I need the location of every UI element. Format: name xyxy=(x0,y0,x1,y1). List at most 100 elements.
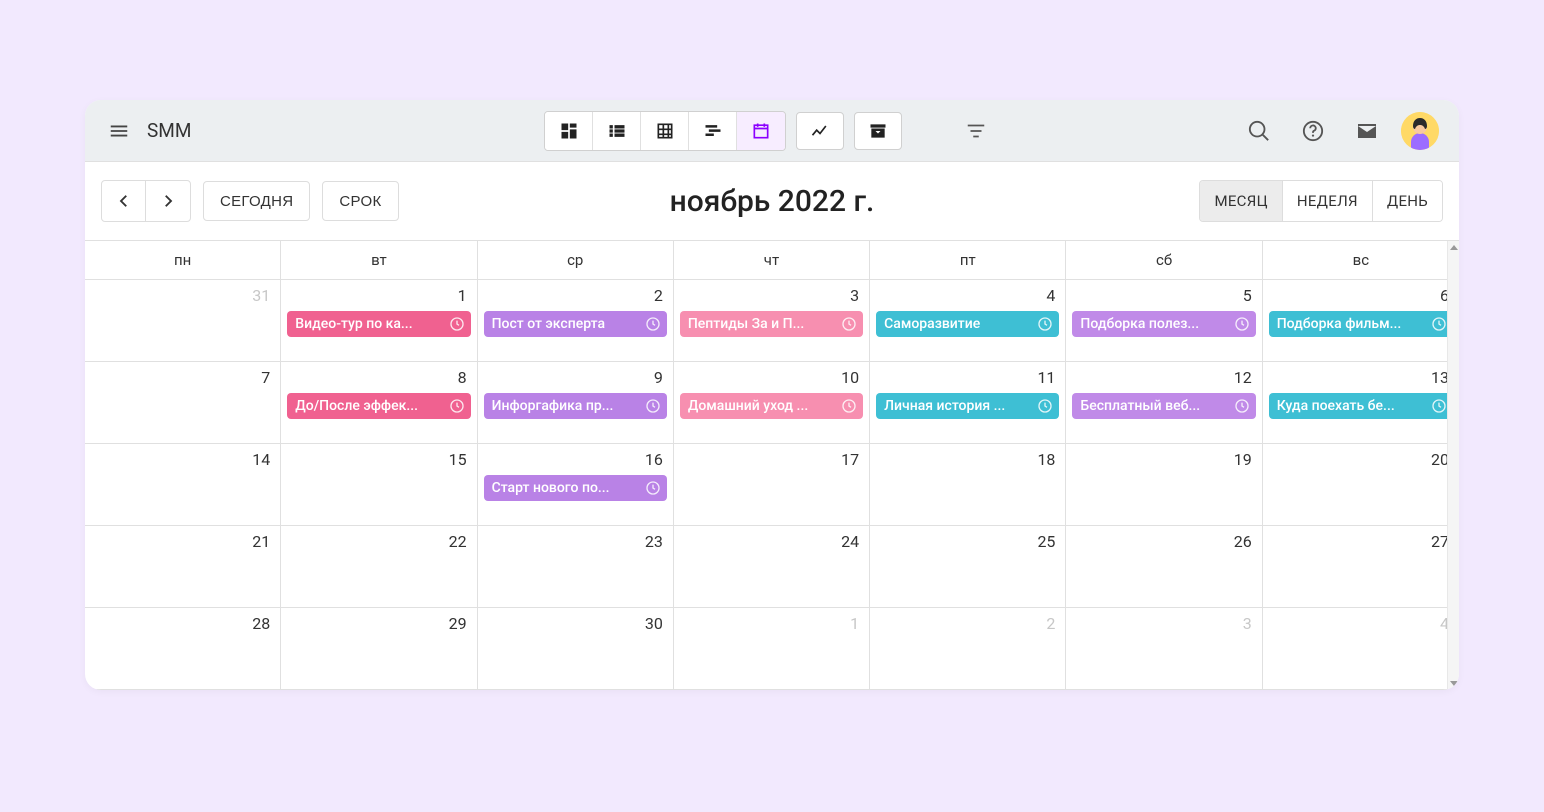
deadline-button[interactable]: СРОК xyxy=(322,181,398,221)
next-month-button[interactable] xyxy=(146,181,190,221)
day-number: 25 xyxy=(876,530,1059,555)
day-cell[interactable]: 14 xyxy=(85,444,281,525)
day-cell[interactable]: 8До/После эффек... xyxy=(281,362,477,443)
view-calendar-icon[interactable] xyxy=(737,112,785,150)
nav-arrows xyxy=(101,180,191,222)
calendar-event[interactable]: Подборка фильм... xyxy=(1269,311,1453,337)
calendar-event[interactable]: Видео-тур по ка... xyxy=(287,311,470,337)
day-cell[interactable]: 19 xyxy=(1066,444,1262,525)
range-month-button[interactable]: МЕСЯЦ xyxy=(1200,181,1282,221)
scrollbar[interactable] xyxy=(1447,241,1459,690)
day-number: 11 xyxy=(876,366,1059,391)
view-gantt-icon[interactable] xyxy=(689,112,737,150)
view-list-icon[interactable] xyxy=(593,112,641,150)
day-number: 7 xyxy=(91,366,274,391)
weekday-cell: вт xyxy=(281,241,477,279)
event-label: Личная история ... xyxy=(884,398,1033,414)
day-cell[interactable]: 22 xyxy=(281,526,477,607)
event-label: Саморазвитие xyxy=(884,316,1033,332)
day-cell[interactable]: 6Подборка фильм... xyxy=(1263,280,1459,361)
view-analytics-icon[interactable] xyxy=(796,112,844,150)
day-cell[interactable]: 7 xyxy=(85,362,281,443)
weekday-cell: чт xyxy=(674,241,870,279)
mail-icon[interactable] xyxy=(1347,111,1387,151)
week-row: 311Видео-тур по ка...2Пост от эксперта3П… xyxy=(85,280,1459,362)
day-cell[interactable]: 16 Старт нового по... xyxy=(478,444,674,525)
day-cell[interactable]: 20 xyxy=(1263,444,1459,525)
day-cell[interactable]: 26 xyxy=(1066,526,1262,607)
day-number: 10 xyxy=(680,366,863,391)
day-number: 24 xyxy=(680,530,863,555)
day-cell[interactable]: 3Пептиды За и П... xyxy=(674,280,870,361)
filter-icon[interactable] xyxy=(952,107,1000,155)
event-label: Старт нового по... xyxy=(492,480,641,496)
day-cell[interactable]: 15 xyxy=(281,444,477,525)
help-icon[interactable] xyxy=(1293,111,1333,151)
day-number: 16 xyxy=(484,448,667,473)
calendar-event[interactable]: Личная история ... xyxy=(876,393,1059,419)
day-cell[interactable]: 24 xyxy=(674,526,870,607)
calendar-event[interactable]: Подборка полез... xyxy=(1072,311,1255,337)
day-cell[interactable]: 1 xyxy=(674,608,870,689)
day-cell[interactable]: 11 Личная история ... xyxy=(870,362,1066,443)
range-day-button[interactable]: ДЕНЬ xyxy=(1373,181,1442,221)
day-cell[interactable]: 2 xyxy=(870,608,1066,689)
day-cell[interactable]: 25 xyxy=(870,526,1066,607)
day-cell[interactable]: 3 xyxy=(1066,608,1262,689)
week-row: 2829301234 xyxy=(85,608,1459,690)
view-archive-icon[interactable] xyxy=(854,112,902,150)
calendar-event[interactable]: Саморазвитие xyxy=(876,311,1059,337)
day-cell[interactable]: 21 xyxy=(85,526,281,607)
day-number: 12 xyxy=(1072,366,1255,391)
menu-icon[interactable] xyxy=(95,107,143,155)
calendar-event[interactable]: Старт нового по... xyxy=(484,475,667,501)
day-number: 14 xyxy=(91,448,274,473)
day-cell[interactable]: 27 xyxy=(1263,526,1459,607)
day-cell[interactable]: 1Видео-тур по ка... xyxy=(281,280,477,361)
event-label: Пост от эксперта xyxy=(492,316,641,332)
event-label: Подборка фильм... xyxy=(1277,316,1427,332)
month-title: ноябрь 2022 г. xyxy=(670,184,875,219)
calendar-event[interactable]: Инфоргафика пр... xyxy=(484,393,667,419)
calendar-event[interactable]: До/После эффек... xyxy=(287,393,470,419)
day-number: 22 xyxy=(287,530,470,555)
day-cell[interactable]: 2Пост от эксперта xyxy=(478,280,674,361)
day-cell[interactable]: 17 xyxy=(674,444,870,525)
day-cell[interactable]: 31 xyxy=(85,280,281,361)
weekday-cell: вс xyxy=(1263,241,1459,279)
view-table-icon[interactable] xyxy=(641,112,689,150)
event-label: Куда поехать бе... xyxy=(1277,398,1427,414)
range-week-button[interactable]: НЕДЕЛЯ xyxy=(1283,181,1373,221)
day-number: 27 xyxy=(1269,530,1453,555)
calendar-event[interactable]: Домашний уход ... xyxy=(680,393,863,419)
calendar-event[interactable]: Пептиды За и П... xyxy=(680,311,863,337)
day-cell[interactable]: 30 xyxy=(478,608,674,689)
day-number: 20 xyxy=(1269,448,1453,473)
day-cell[interactable]: 13Куда поехать бе... xyxy=(1263,362,1459,443)
weekday-cell: ср xyxy=(478,241,674,279)
day-cell[interactable]: 29 xyxy=(281,608,477,689)
day-cell[interactable]: 4 xyxy=(1263,608,1459,689)
day-cell[interactable]: 10Домашний уход ... xyxy=(674,362,870,443)
day-cell[interactable]: 4Саморазвитие xyxy=(870,280,1066,361)
view-switcher xyxy=(544,111,786,151)
day-cell[interactable]: 23 xyxy=(478,526,674,607)
calendar-event[interactable]: Бесплатный веб... xyxy=(1072,393,1255,419)
event-label: Пептиды За и П... xyxy=(688,316,837,332)
prev-month-button[interactable] xyxy=(102,181,146,221)
day-cell[interactable]: 18 xyxy=(870,444,1066,525)
day-number: 19 xyxy=(1072,448,1255,473)
view-dashboard-icon[interactable] xyxy=(545,112,593,150)
day-cell[interactable]: 5Подборка полез... xyxy=(1066,280,1262,361)
week-row: 14 15 16 Старт нового по... 171819 20 xyxy=(85,444,1459,526)
search-icon[interactable] xyxy=(1239,111,1279,151)
calendar-event[interactable]: Пост от эксперта xyxy=(484,311,667,337)
day-cell[interactable]: 28 xyxy=(85,608,281,689)
day-cell[interactable]: 9Инфоргафика пр... xyxy=(478,362,674,443)
range-switcher: МЕСЯЦ НЕДЕЛЯ ДЕНЬ xyxy=(1199,180,1443,222)
event-label: Подборка полез... xyxy=(1080,316,1229,332)
calendar-event[interactable]: Куда поехать бе... xyxy=(1269,393,1453,419)
today-button[interactable]: СЕГОДНЯ xyxy=(203,181,310,221)
day-cell[interactable]: 12Бесплатный веб... xyxy=(1066,362,1262,443)
avatar[interactable] xyxy=(1401,112,1439,150)
